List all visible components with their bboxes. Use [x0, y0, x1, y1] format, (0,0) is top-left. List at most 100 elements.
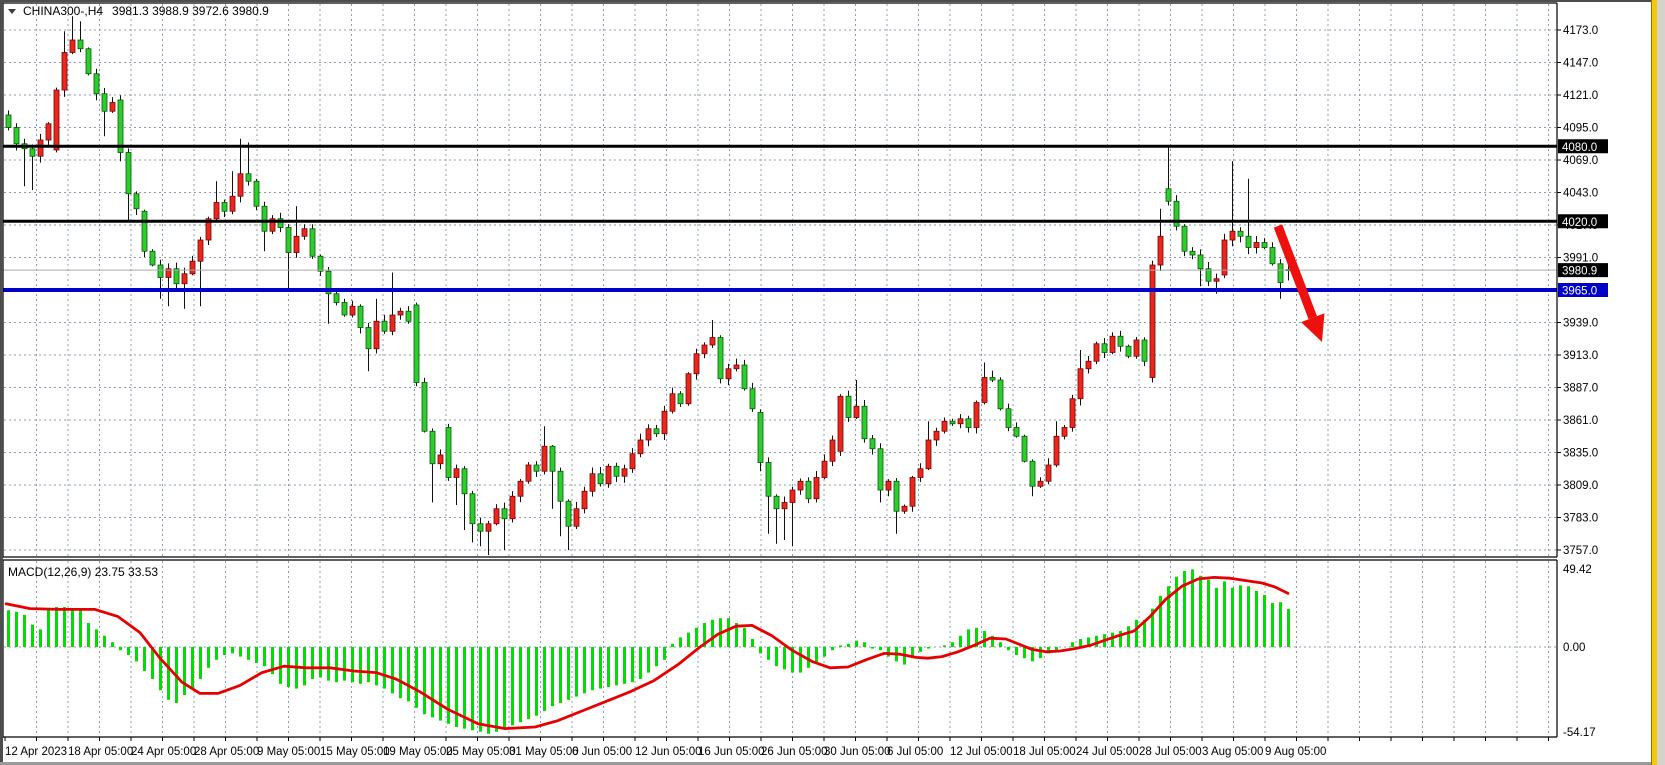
candle-up: [198, 240, 203, 261]
candle-up: [1070, 399, 1075, 428]
candle-up: [694, 354, 699, 374]
candle-up: [910, 478, 915, 507]
price-box-label: 4020.0: [1562, 217, 1597, 229]
candle-down: [1030, 461, 1035, 486]
candle-up: [1150, 265, 1155, 378]
candle-down: [846, 396, 851, 417]
candle-up: [582, 491, 587, 509]
candle-up: [974, 403, 979, 428]
candle-up: [782, 503, 787, 509]
window-top-edge: [0, 0, 1665, 2]
candle-down: [894, 481, 899, 511]
candle-down: [358, 306, 363, 327]
macd-scale-min: -54.17: [1563, 727, 1596, 739]
candle-up: [526, 465, 531, 481]
candle-down: [870, 439, 875, 449]
candle-up: [46, 124, 51, 140]
candle-down: [774, 496, 779, 509]
candle-up: [838, 396, 843, 451]
candle-up: [1134, 340, 1139, 356]
date-label: 19 May 05:00: [383, 746, 453, 758]
candle-down: [334, 294, 339, 303]
date-label: 24 Apr 05:00: [131, 746, 196, 758]
candle-down: [430, 431, 435, 464]
candle-up: [1078, 369, 1083, 399]
candle-down: [990, 378, 995, 381]
candle-up: [70, 40, 75, 53]
gold-stripe: [1652, 0, 1657, 765]
candle-up: [646, 429, 651, 440]
window-left-edge: [0, 0, 3, 765]
date-label: 6 Jul 05:00: [887, 746, 943, 758]
price-tick-label: 3991.0: [1563, 253, 1598, 265]
candle-up: [542, 446, 547, 471]
price-tick-label: 3835.0: [1563, 448, 1598, 460]
macd-scale-zero: 0.00: [1563, 642, 1585, 654]
macd-scale-max: 49.42: [1563, 564, 1592, 576]
candle-down: [142, 211, 147, 251]
candle-up: [230, 196, 235, 211]
candle-up: [822, 461, 827, 477]
candle-up: [918, 469, 923, 478]
candle-down: [806, 481, 811, 499]
candle-up: [1158, 236, 1163, 265]
date-label: 3 Aug 05:00: [1202, 746, 1263, 758]
candle-down: [446, 428, 451, 478]
date-label: 12 Jul 05:00: [950, 746, 1013, 758]
candle-up: [494, 509, 499, 524]
candle-up: [1254, 243, 1259, 248]
candle-down: [766, 463, 771, 497]
candle-up: [302, 229, 307, 237]
right-gutter: [1657, 0, 1665, 765]
candle-down: [30, 149, 35, 157]
candle-down: [318, 256, 323, 271]
price-tick-label: 4043.0: [1563, 188, 1598, 200]
candle-up: [630, 454, 635, 469]
candle-down: [86, 49, 91, 74]
date-label: 6 Jun 05:00: [572, 746, 632, 758]
price-tick-label: 3757.0: [1563, 545, 1598, 557]
candle-up: [38, 140, 43, 156]
price-box-label: 3980.9: [1562, 266, 1597, 278]
candle-up: [854, 406, 859, 417]
candle-down: [998, 380, 1003, 409]
candle-down: [1198, 255, 1203, 269]
candle-down: [966, 419, 971, 428]
candle-down: [878, 449, 883, 490]
candle-down: [1022, 436, 1027, 461]
candle-down: [742, 365, 747, 389]
candle-up: [574, 509, 579, 527]
candle-up: [934, 431, 939, 440]
chart-canvas: 4173.04147.04121.04095.04069.04043.04017…: [0, 0, 1665, 765]
chart-title: CHINA300-,H43981.3 3988.9 3972.6 3980.9: [23, 4, 269, 18]
candle-up: [710, 338, 715, 346]
date-label: 28 Jul 05:00: [1139, 746, 1202, 758]
price-box-label: 3965.0: [1562, 286, 1597, 298]
title-ohlc-values: 3981.3 3988.9 3972.6 3980.9: [112, 4, 269, 18]
candle-up: [214, 203, 219, 219]
candle-up: [62, 53, 67, 91]
candle-down: [78, 40, 83, 49]
candle-up: [374, 321, 379, 349]
candle-down: [1270, 248, 1275, 264]
candle-up: [638, 440, 643, 454]
candle-down: [1278, 264, 1283, 283]
candle-down: [174, 269, 179, 284]
candle-down: [598, 474, 603, 484]
candle-down: [1190, 251, 1195, 255]
candle-up: [886, 481, 891, 490]
candle-down: [94, 74, 99, 94]
price-tick-label: 3809.0: [1563, 480, 1598, 492]
candle-down: [950, 421, 955, 424]
candle-up: [590, 474, 595, 492]
candle-up: [110, 103, 115, 112]
candle-down: [134, 194, 139, 209]
candle-up: [190, 261, 195, 274]
candle-down: [366, 328, 371, 349]
candle-up: [622, 469, 627, 477]
candle-up: [238, 174, 243, 197]
candle-up: [606, 466, 611, 484]
date-label: 28 Apr 05:00: [194, 746, 259, 758]
price-tick-label: 3861.0: [1563, 415, 1598, 427]
candle-up: [486, 524, 491, 532]
